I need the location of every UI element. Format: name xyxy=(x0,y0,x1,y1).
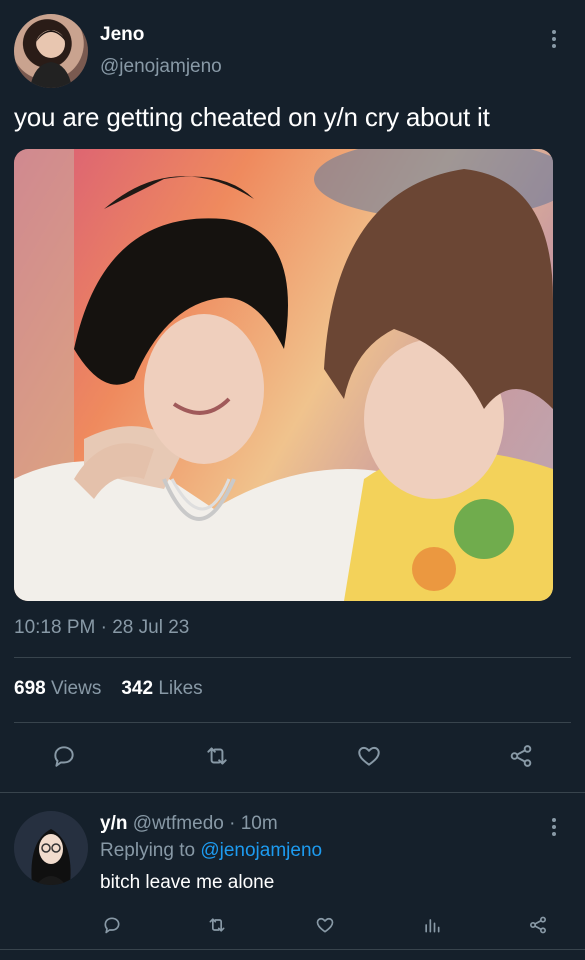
replying-to: Replying to @jenojamjeno xyxy=(100,840,322,862)
likes-stat[interactable]: 342 Likes xyxy=(121,678,202,700)
divider xyxy=(14,657,571,658)
like-icon[interactable] xyxy=(355,742,383,770)
avatar-photo xyxy=(30,30,72,88)
reply-text: bitch leave me alone xyxy=(100,872,275,893)
reply-author-avatar[interactable] xyxy=(14,811,88,885)
reply-header: y/n @wtfmedo · 10m xyxy=(100,813,278,835)
divider xyxy=(14,722,571,723)
reply-time[interactable]: · 10m xyxy=(229,813,278,834)
tweet-text: you are getting cheated on y/n cry about… xyxy=(14,102,490,132)
analytics-icon[interactable] xyxy=(421,914,443,936)
reply-author-handle[interactable]: @wtfmedo xyxy=(133,813,224,834)
photo-illustration xyxy=(14,149,553,601)
reply-share-icon[interactable] xyxy=(527,914,549,936)
reply-avatar-photo xyxy=(14,811,88,885)
replying-to-handle[interactable]: @jenojamjeno xyxy=(200,840,322,861)
reply-retweet-icon[interactable] xyxy=(205,914,229,936)
likes-count: 342 xyxy=(121,678,154,699)
author-name[interactable]: Jeno xyxy=(100,24,144,46)
views-count: 698 xyxy=(14,678,46,699)
retweet-icon[interactable] xyxy=(202,742,232,770)
divider xyxy=(0,792,585,793)
reply-more-options-icon[interactable] xyxy=(551,818,557,836)
views-stat[interactable]: 698 Views xyxy=(14,678,101,700)
views-label: Views xyxy=(50,678,102,699)
author-handle[interactable]: @jenojamjeno xyxy=(100,56,222,78)
reply-author-name[interactable]: y/n xyxy=(100,813,127,834)
divider xyxy=(0,949,585,950)
reply-icon[interactable] xyxy=(50,742,78,770)
replying-to-prefix: Replying to xyxy=(100,840,196,861)
share-icon[interactable] xyxy=(507,742,535,770)
reply-reply-icon[interactable] xyxy=(101,914,123,936)
author-avatar[interactable] xyxy=(14,14,88,88)
more-options-icon[interactable] xyxy=(551,30,557,48)
tweet-image[interactable] xyxy=(14,149,553,601)
reply-like-icon[interactable] xyxy=(314,914,336,936)
likes-label: Likes xyxy=(158,678,203,699)
tweet-stats: 698 Views 342 Likes xyxy=(14,678,203,700)
tweet-timestamp[interactable]: 10:18 PM · 28 Jul 23 xyxy=(14,617,189,639)
